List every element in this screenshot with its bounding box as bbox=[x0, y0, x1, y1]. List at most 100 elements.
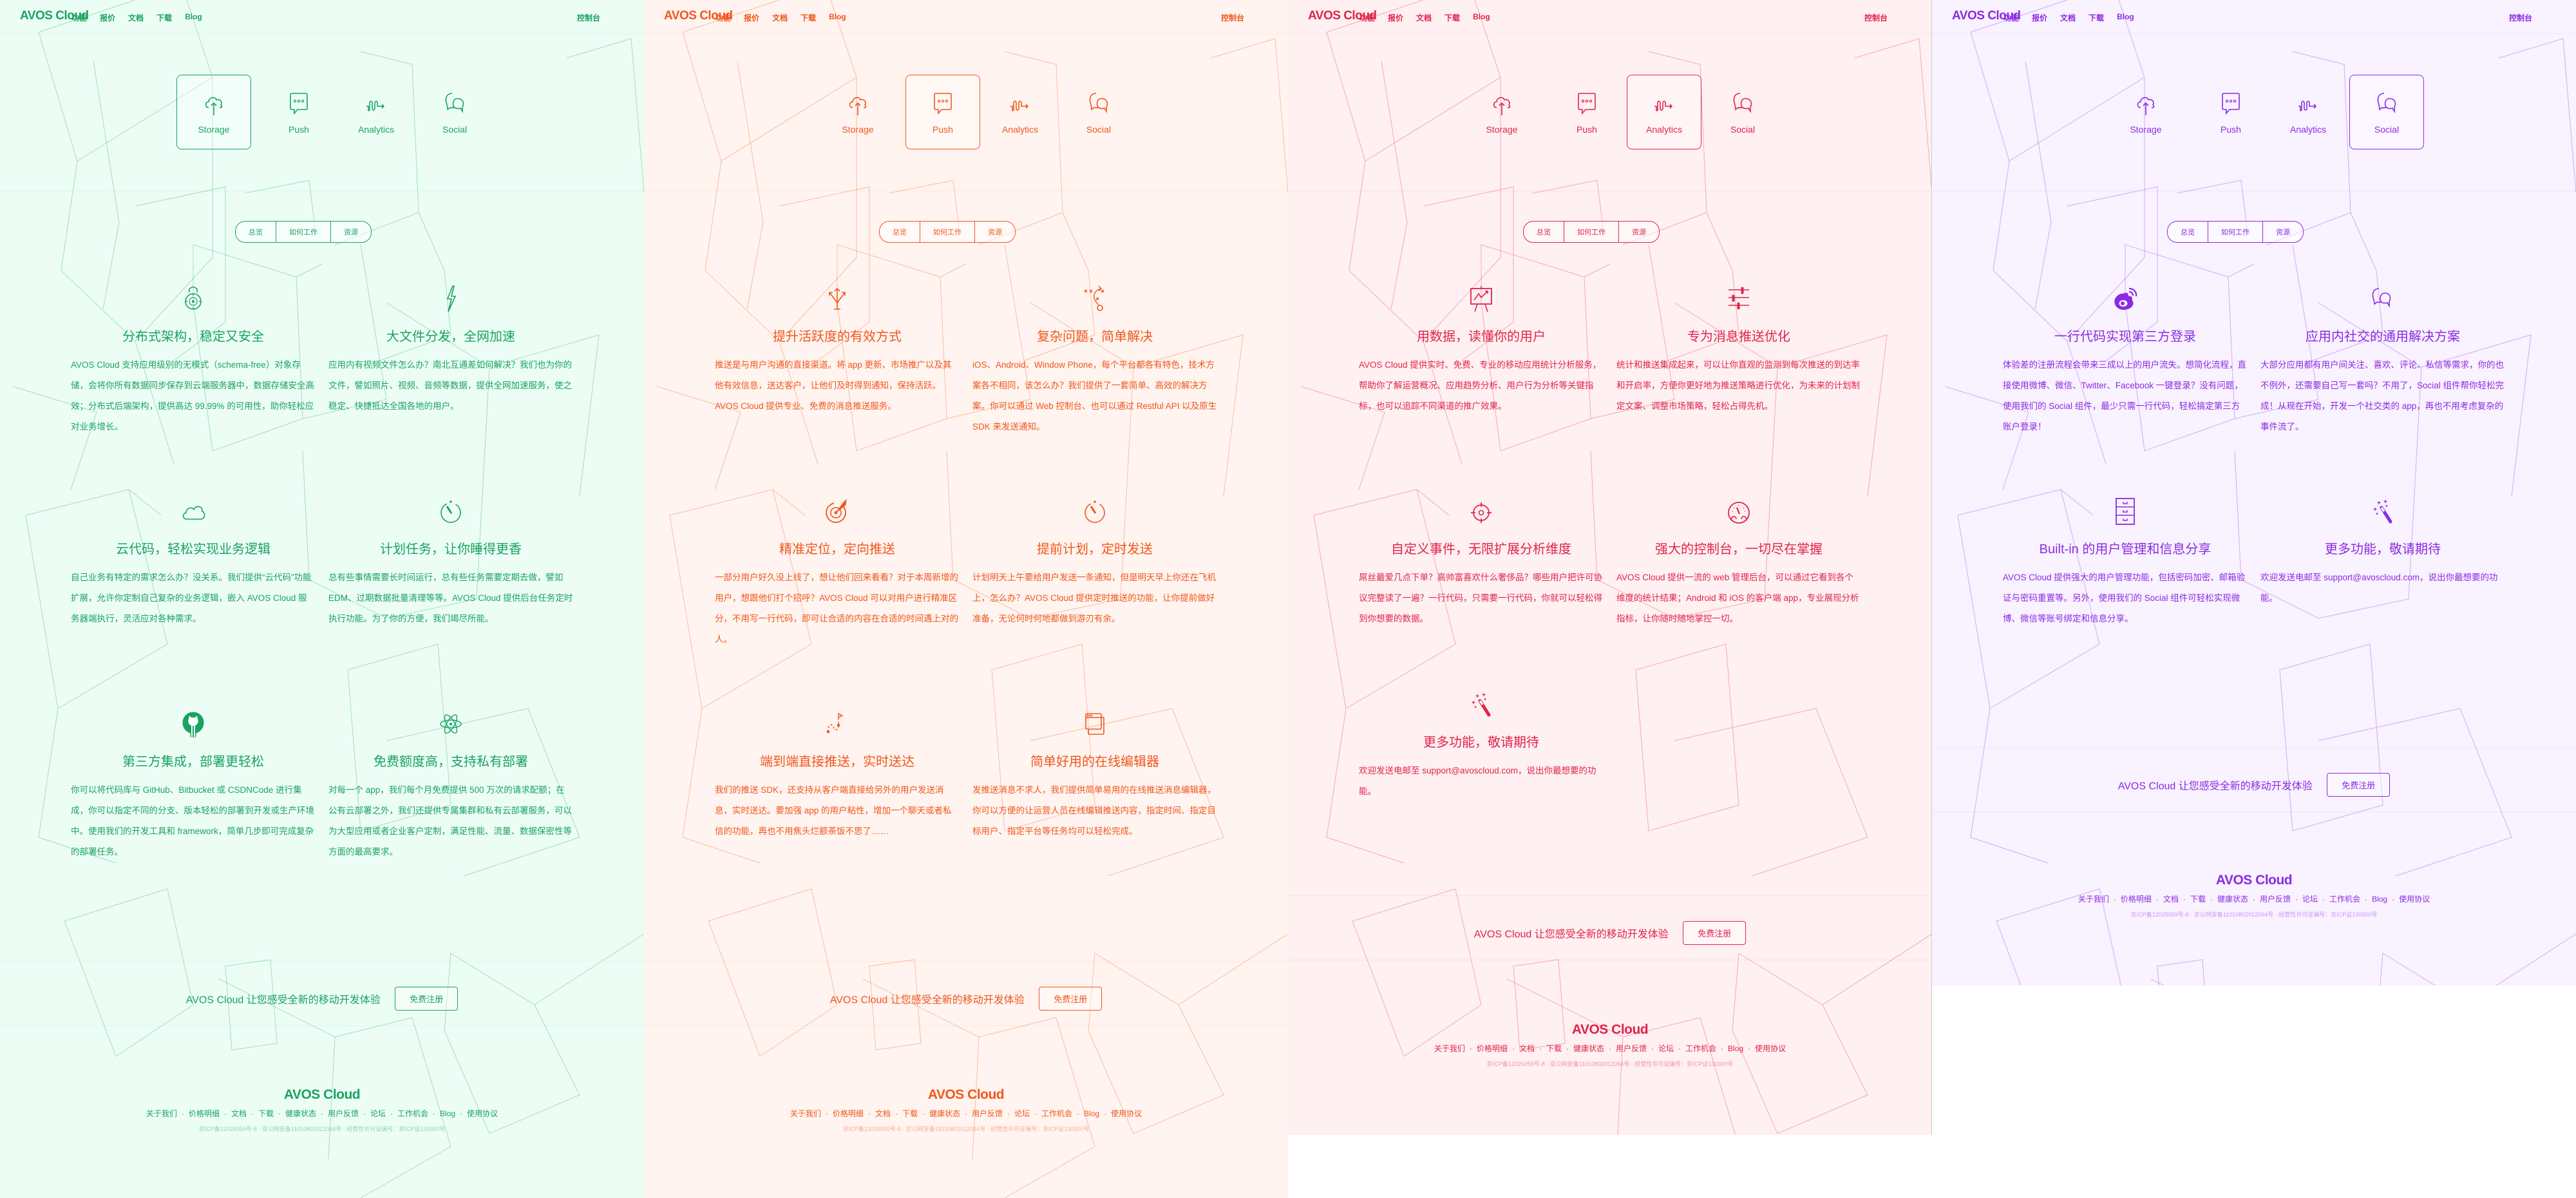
footer-link[interactable]: 健康状态 bbox=[285, 1109, 316, 1118]
footer-link[interactable]: 使用协议 bbox=[467, 1109, 498, 1118]
nav-link-download[interactable]: 下载 bbox=[2088, 12, 2104, 23]
subnav-how-it-works[interactable]: 如何工作 bbox=[2208, 222, 2262, 242]
footer-logo[interactable]: AVOS Cloud bbox=[1288, 1022, 1931, 1038]
console-link[interactable]: 控制台 bbox=[1864, 12, 1888, 23]
nav-link-pricing[interactable]: 报价 bbox=[100, 12, 115, 23]
nav-link-blog[interactable]: Blog bbox=[2117, 12, 2134, 23]
free-signup-button[interactable]: 免费注册 bbox=[1039, 987, 1103, 1011]
product-tab-storage[interactable]: Storage bbox=[176, 75, 251, 149]
nav-link-features[interactable]: 功能 bbox=[715, 12, 731, 23]
footer-link[interactable]: Blog bbox=[2372, 895, 2387, 904]
footer-link[interactable]: 用户反馈 bbox=[972, 1109, 1003, 1118]
subnav-how-it-works[interactable]: 如何工作 bbox=[920, 222, 974, 242]
footer-link[interactable]: 价格明细 bbox=[2121, 895, 2152, 904]
footer-link[interactable]: 论坛 bbox=[2302, 895, 2318, 904]
nav-link-docs[interactable]: 文档 bbox=[2060, 12, 2076, 23]
footer-link[interactable]: 使用协议 bbox=[1755, 1044, 1786, 1053]
product-tab-push[interactable]: Push bbox=[905, 75, 980, 149]
footer-link[interactable]: 下载 bbox=[2190, 895, 2206, 904]
nav-link-download[interactable]: 下载 bbox=[1444, 12, 1460, 23]
subnav-overview[interactable]: 总览 bbox=[2168, 222, 2208, 242]
subnav-resources[interactable]: 资源 bbox=[974, 222, 1015, 242]
free-signup-button[interactable]: 免费注册 bbox=[2327, 773, 2391, 797]
footer-link[interactable]: Blog bbox=[1084, 1109, 1099, 1118]
footer-link[interactable]: 下载 bbox=[902, 1109, 918, 1118]
product-tab-storage[interactable]: Storage bbox=[1464, 75, 1539, 149]
footer-link[interactable]: 价格明细 bbox=[1477, 1044, 1508, 1053]
footer-link[interactable]: 健康状态 bbox=[929, 1109, 960, 1118]
footer-link[interactable]: 健康状态 bbox=[1573, 1044, 1604, 1053]
footer-link[interactable]: 论坛 bbox=[370, 1109, 386, 1118]
footer-link[interactable]: 文档 bbox=[2163, 895, 2179, 904]
free-signup-button[interactable]: 免费注册 bbox=[395, 987, 459, 1011]
footer-link[interactable]: 工作机会 bbox=[397, 1109, 428, 1118]
free-signup-button[interactable]: 免费注册 bbox=[1683, 921, 1747, 945]
footer-link[interactable]: 工作机会 bbox=[1041, 1109, 1072, 1118]
product-tab-storage[interactable]: Storage bbox=[820, 75, 895, 149]
footer-link[interactable]: 用户反馈 bbox=[328, 1109, 359, 1118]
product-tab-social[interactable]: Social bbox=[1705, 75, 1780, 149]
footer-link[interactable]: 工作机会 bbox=[2329, 895, 2360, 904]
nav-link-download[interactable]: 下载 bbox=[156, 12, 172, 23]
product-tab-push[interactable]: Push bbox=[1549, 75, 1624, 149]
product-tab-social[interactable]: Social bbox=[1061, 75, 1136, 149]
subnav-resources[interactable]: 资源 bbox=[1618, 222, 1659, 242]
console-link[interactable]: 控制台 bbox=[1221, 12, 1244, 23]
product-tab-analytics[interactable]: Analytics bbox=[1627, 75, 1701, 149]
product-tab-analytics[interactable]: Analytics bbox=[983, 75, 1057, 149]
nav-link-pricing[interactable]: 报价 bbox=[744, 12, 759, 23]
footer-link[interactable]: Blog bbox=[1728, 1044, 1743, 1053]
nav-link-pricing[interactable]: 报价 bbox=[1388, 12, 1403, 23]
nav-link-docs[interactable]: 文档 bbox=[128, 12, 144, 23]
subnav-overview[interactable]: 总览 bbox=[236, 222, 276, 242]
footer-link[interactable]: 使用协议 bbox=[2399, 895, 2430, 904]
footer-link[interactable]: 下载 bbox=[1546, 1044, 1562, 1053]
footer-link[interactable]: 关于我们 bbox=[790, 1109, 821, 1118]
nav-link-pricing[interactable]: 报价 bbox=[2032, 12, 2047, 23]
footer-link[interactable]: 论坛 bbox=[1658, 1044, 1674, 1053]
footer-link[interactable]: 工作机会 bbox=[1685, 1044, 1716, 1053]
console-link[interactable]: 控制台 bbox=[577, 12, 600, 23]
nav-link-features[interactable]: 功能 bbox=[1359, 12, 1375, 23]
footer-link[interactable]: 使用协议 bbox=[1111, 1109, 1142, 1118]
product-tab-social[interactable]: Social bbox=[417, 75, 492, 149]
footer-link[interactable]: 健康状态 bbox=[2217, 895, 2248, 904]
subnav-how-it-works[interactable]: 如何工作 bbox=[1564, 222, 1618, 242]
nav-link-features[interactable]: 功能 bbox=[71, 12, 87, 23]
footer-link[interactable]: 下载 bbox=[258, 1109, 274, 1118]
subnav-resources[interactable]: 资源 bbox=[2262, 222, 2303, 242]
footer-logo[interactable]: AVOS Cloud bbox=[1932, 873, 2576, 888]
product-tab-social[interactable]: Social bbox=[2349, 75, 2424, 149]
nav-link-blog[interactable]: Blog bbox=[185, 12, 202, 23]
footer-logo[interactable]: AVOS Cloud bbox=[644, 1087, 1288, 1103]
footer-link[interactable]: 用户反馈 bbox=[1616, 1044, 1647, 1053]
footer-link[interactable]: 价格明细 bbox=[189, 1109, 220, 1118]
subnav-overview[interactable]: 总览 bbox=[880, 222, 920, 242]
footer-link[interactable]: 关于我们 bbox=[2078, 895, 2109, 904]
product-tab-push[interactable]: Push bbox=[261, 75, 336, 149]
footer-link[interactable]: 关于我们 bbox=[146, 1109, 177, 1118]
footer-link[interactable]: 关于我们 bbox=[1434, 1044, 1465, 1053]
product-tab-storage[interactable]: Storage bbox=[2108, 75, 2183, 149]
subnav-how-it-works[interactable]: 如何工作 bbox=[276, 222, 330, 242]
console-link[interactable]: 控制台 bbox=[2509, 12, 2532, 23]
footer-logo[interactable]: AVOS Cloud bbox=[0, 1087, 644, 1103]
product-tab-analytics[interactable]: Analytics bbox=[339, 75, 413, 149]
subnav-resources[interactable]: 资源 bbox=[330, 222, 371, 242]
nav-link-blog[interactable]: Blog bbox=[1473, 12, 1490, 23]
nav-link-blog[interactable]: Blog bbox=[829, 12, 846, 23]
footer-link[interactable]: Blog bbox=[440, 1109, 455, 1118]
footer-link[interactable]: 价格明细 bbox=[833, 1109, 864, 1118]
product-tab-push[interactable]: Push bbox=[2193, 75, 2268, 149]
footer-link[interactable]: 用户反馈 bbox=[2260, 895, 2291, 904]
footer-link[interactable]: 论坛 bbox=[1014, 1109, 1030, 1118]
footer-link[interactable]: 文档 bbox=[1519, 1044, 1535, 1053]
nav-link-docs[interactable]: 文档 bbox=[772, 12, 788, 23]
product-tab-analytics[interactable]: Analytics bbox=[2271, 75, 2345, 149]
footer-link[interactable]: 文档 bbox=[231, 1109, 247, 1118]
nav-link-download[interactable]: 下载 bbox=[800, 12, 816, 23]
nav-link-docs[interactable]: 文档 bbox=[1416, 12, 1432, 23]
footer-link[interactable]: 文档 bbox=[875, 1109, 891, 1118]
subnav-overview[interactable]: 总览 bbox=[1524, 222, 1564, 242]
nav-link-features[interactable]: 功能 bbox=[2003, 12, 2019, 23]
